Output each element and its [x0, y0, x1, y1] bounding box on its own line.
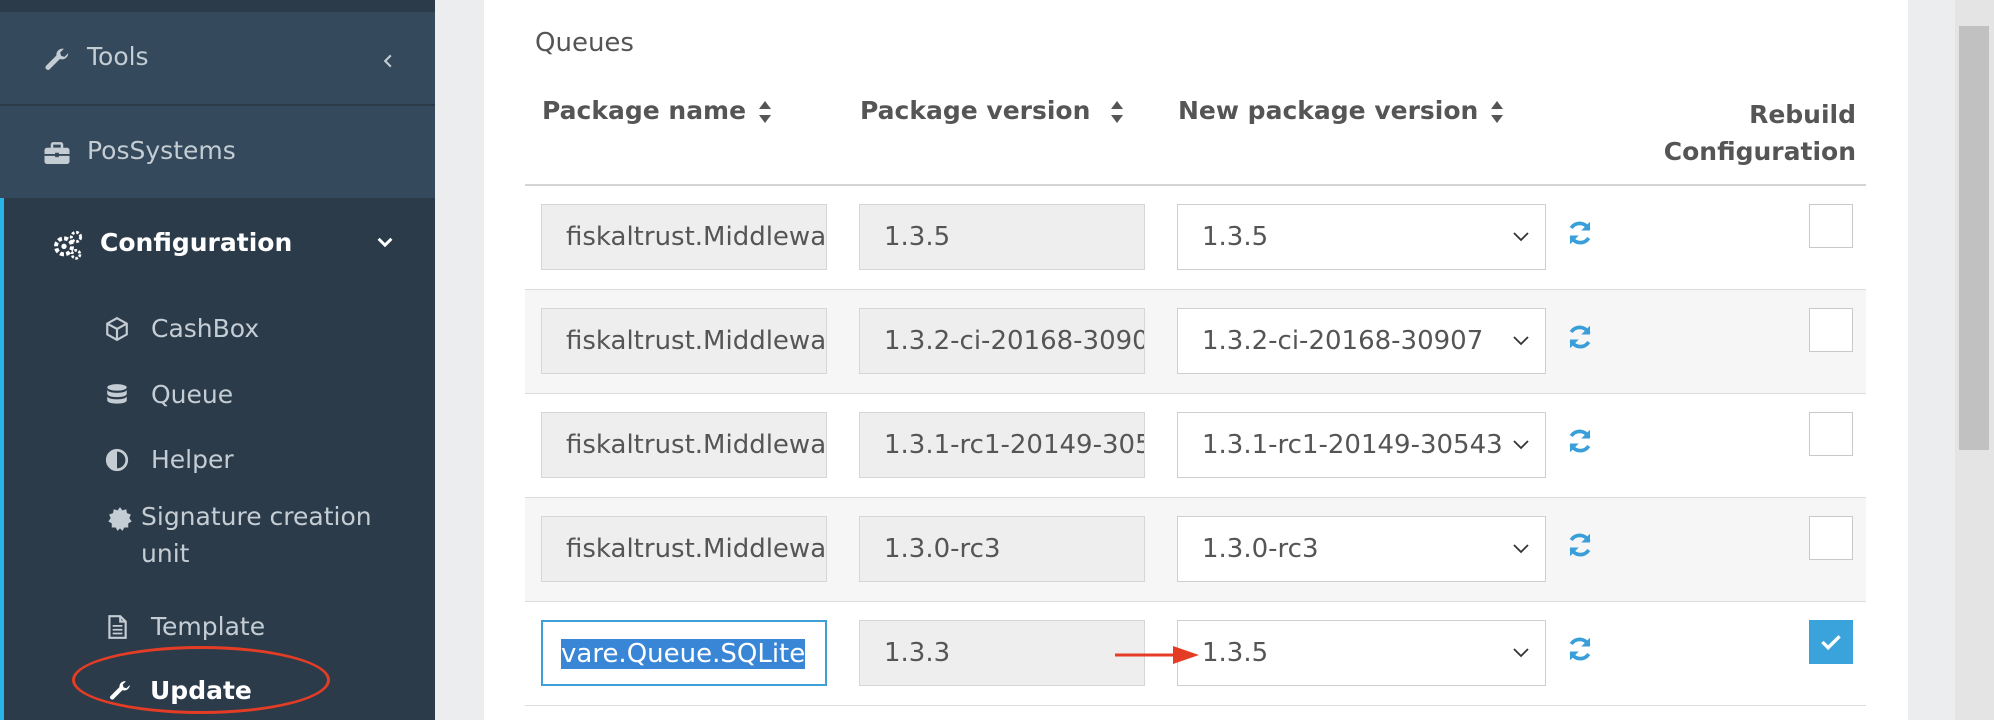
- chevron-down-icon: [1513, 440, 1529, 450]
- package-name-field[interactable]: vare.Queue.SQLite: [541, 620, 827, 686]
- sidebar-item-label: CashBox: [151, 314, 260, 343]
- certificate-icon: [108, 507, 132, 531]
- package-version-value: 1.3.3: [884, 638, 951, 668]
- column-header-package-name[interactable]: Package name: [542, 96, 772, 125]
- refresh-icon[interactable]: [1565, 218, 1595, 248]
- package-name-field[interactable]: fiskaltrust.Middleware.Queue.SQLite: [541, 412, 827, 478]
- sidebar-item-possystems[interactable]: PosSystems: [0, 106, 435, 198]
- sidebar-item-tools[interactable]: Tools: [0, 12, 435, 104]
- column-header-label: Package version: [860, 96, 1091, 125]
- package-version-value: 1.3.1-rc1-20149-30543: [884, 430, 1144, 460]
- wrench-icon: [45, 48, 69, 70]
- new-package-version-value: 1.3.1-rc1-20149-30543: [1202, 430, 1503, 460]
- database-icon: [107, 384, 127, 404]
- package-version-value: 1.3.5: [884, 222, 951, 252]
- cube-icon: [106, 316, 128, 342]
- new-package-version-select[interactable]: 1.3.2-ci-20168-30907: [1177, 308, 1546, 374]
- table-row: fiskaltrust.Middleware.Queue.SQLite 1.3.5…: [525, 186, 1866, 290]
- refresh-icon[interactable]: [1565, 322, 1595, 352]
- column-header-package-version[interactable]: Package version: [860, 96, 1124, 125]
- sidebar-configuration-group: Configuration CashBox Queue Helper Signa…: [0, 198, 435, 720]
- new-package-version-value: 1.3.0-rc3: [1202, 534, 1319, 564]
- package-version-field[interactable]: 1.3.0-rc3: [859, 516, 1145, 582]
- cogs-icon: [54, 230, 83, 260]
- rebuild-configuration-checkbox[interactable]: [1809, 308, 1853, 352]
- package-name-value: fiskaltrust.Middleware.Queue.SQLite: [566, 326, 827, 356]
- column-header-label: Package name: [542, 96, 747, 125]
- package-name-field[interactable]: fiskaltrust.Middleware.Queue.SQLite: [541, 516, 827, 582]
- column-header-rebuild-configuration: Rebuild Configuration: [1664, 96, 1856, 170]
- chevron-down-icon: [377, 237, 393, 248]
- new-package-version-select[interactable]: 1.3.5: [1177, 620, 1546, 686]
- sidebar-item-cashbox[interactable]: CashBox: [4, 302, 435, 362]
- package-version-field[interactable]: 1.3.1-rc1-20149-30543: [859, 412, 1145, 478]
- new-package-version-value: 1.3.5: [1202, 222, 1269, 252]
- new-package-version-select[interactable]: 1.3.1-rc1-20149-30543: [1177, 412, 1546, 478]
- new-package-version-value: 1.3.5: [1202, 638, 1269, 668]
- sidebar-item-label: Template: [151, 612, 266, 641]
- sort-icon: [759, 101, 772, 123]
- column-header-label: Configuration: [1663, 137, 1856, 166]
- new-package-version-select[interactable]: 1.3.5: [1177, 204, 1546, 270]
- table-row: fiskaltrust.Middleware.Queue.SQLite 1.3.0…: [525, 498, 1866, 602]
- package-name-value: fiskaltrust.Middleware.Queue.SQLite: [566, 430, 827, 460]
- package-name-value: fiskaltrust.Middleware.Queue.SQLite: [566, 222, 827, 252]
- rebuild-configuration-checkbox[interactable]: [1809, 204, 1853, 248]
- new-package-version-value: 1.3.2-ci-20168-30907: [1202, 326, 1484, 356]
- file-text-icon: [108, 615, 127, 639]
- table-row: fiskaltrust.Middleware.Queue.SQLite 1.3.1…: [525, 394, 1866, 498]
- briefcase-icon: [44, 142, 70, 164]
- package-name-field[interactable]: fiskaltrust.Middleware.Queue.SQLite: [541, 308, 827, 374]
- table-row: fiskaltrust.Middleware.Queue.SQLite 1.3.2…: [525, 290, 1866, 394]
- package-name-field[interactable]: fiskaltrust.Middleware.Queue.SQLite: [541, 204, 827, 270]
- sidebar-item-signature-creation-unit[interactable]: Signature creation unit: [4, 498, 435, 578]
- package-version-field[interactable]: 1.3.2-ci-20168-30907: [859, 308, 1145, 374]
- chevron-down-icon: [1513, 544, 1529, 554]
- chevron-down-icon: [1513, 232, 1529, 242]
- chevron-down-icon: [1513, 336, 1529, 346]
- sidebar-item-label: Helper: [151, 445, 234, 474]
- adjust-icon: [105, 448, 129, 472]
- sort-icon: [1111, 101, 1124, 123]
- chevron-left-icon: [383, 54, 392, 68]
- refresh-icon[interactable]: [1565, 426, 1595, 456]
- new-package-version-select[interactable]: 1.3.0-rc3: [1177, 516, 1546, 582]
- refresh-icon[interactable]: [1565, 634, 1595, 664]
- rebuild-configuration-checkbox[interactable]: [1809, 412, 1853, 456]
- package-name-value: fiskaltrust.Middleware.Queue.SQLite: [566, 534, 827, 564]
- package-version-value: 1.3.2-ci-20168-30907: [884, 326, 1145, 356]
- sidebar-item-helper[interactable]: Helper: [4, 433, 435, 493]
- sort-icon: [1491, 101, 1504, 123]
- sidebar-item-label: Configuration: [100, 228, 293, 257]
- refresh-icon[interactable]: [1565, 530, 1595, 560]
- sidebar-item-label: Signature creation unit: [141, 502, 372, 568]
- package-version-field[interactable]: 1.3.3: [859, 620, 1145, 686]
- highlight-oval: [72, 646, 330, 714]
- sidebar-item-label: PosSystems: [87, 136, 236, 165]
- queues-panel: Queues Package name Package version New …: [484, 0, 1908, 720]
- check-icon: [1821, 635, 1841, 651]
- sidebar-item-label: Tools: [87, 42, 149, 71]
- package-version-field[interactable]: 1.3.5: [859, 204, 1145, 270]
- selected-text: vare.Queue.SQLite: [561, 639, 806, 669]
- sidebar-item-queue[interactable]: Queue: [4, 368, 435, 428]
- column-header-label: New package version: [1178, 96, 1479, 125]
- section-title: Queues: [535, 28, 634, 58]
- sidebar-item-configuration[interactable]: Configuration: [4, 198, 435, 290]
- annotation-arrow: [1115, 646, 1199, 664]
- scrollbar-thumb[interactable]: [1959, 26, 1989, 450]
- sidebar: Tools PosSystems Configuration CashBox Q…: [0, 0, 435, 720]
- sidebar-item-label: Queue: [151, 380, 234, 409]
- rebuild-configuration-checkbox[interactable]: [1809, 620, 1853, 664]
- chevron-down-icon: [1513, 648, 1529, 658]
- package-version-value: 1.3.0-rc3: [884, 534, 1001, 564]
- column-header-label: Rebuild: [1749, 100, 1856, 129]
- column-header-new-package-version[interactable]: New package version: [1178, 96, 1504, 125]
- rebuild-configuration-checkbox[interactable]: [1809, 516, 1853, 560]
